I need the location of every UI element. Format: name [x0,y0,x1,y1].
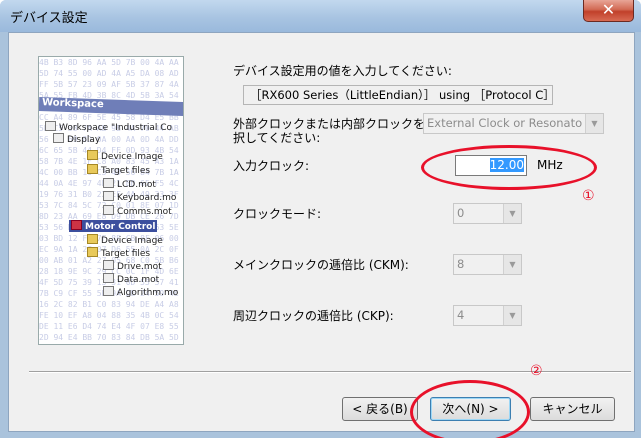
peripheral-ratio-select: 4 ▼ [453,305,522,326]
workspace-tree: Workspace Workspace "Industrial Co Displ… [39,57,183,344]
back-button[interactable]: < 戻る(B) [342,397,418,421]
clock-source-select: External Clock or Resonato ▼ [423,113,604,134]
tree-item: Comms.mot [103,205,172,217]
window-title: デバイス設定 [10,11,88,26]
tree-item: Algorithm.mo [103,286,178,298]
tree-item: Display [53,133,100,145]
close-icon[interactable]: ✕ [583,0,634,22]
folder-icon [87,234,98,244]
tree-item: Motor Control [69,220,158,232]
chevron-down-icon: ▼ [503,204,521,223]
project-icon [71,220,82,230]
annotation-marker-1: ① [582,188,595,204]
wizard-illustration: 4B B3 8D 96 AA 5D 7B 00 4A AA 5D 74 55 0… [38,56,184,345]
tree-item: Keyboard.mo [103,191,176,203]
project-icon [53,133,64,143]
file-icon [103,178,114,188]
tree-item: Target files [87,164,150,176]
annotation-ellipse-next [410,380,530,438]
main-ratio-select: 8 ▼ [453,254,522,275]
file-icon [103,205,114,215]
main-ratio-label: メインクロックの逓倍比 (CKM): [233,258,409,272]
tree-item: LCD.mot [103,178,156,190]
file-icon [103,273,114,283]
file-icon [103,191,114,201]
chevron-down-icon: ▼ [585,114,603,133]
annotation-marker-2: ② [530,363,543,379]
annotation-ellipse-clock [421,145,597,190]
tree-item: Drive.mot [103,260,162,272]
tree-item: Workspace "Industrial Co [45,121,172,133]
workspace-header: Workspace [39,97,183,118]
cancel-button[interactable]: キャンセル [530,397,615,421]
device-info: ［RX600 Series（LittleEndian）］ using ［Prot… [243,85,555,105]
file-icon [103,286,114,296]
input-clock-label: 入力クロック: [233,159,310,173]
tree-item: Target files [87,247,150,259]
main-ratio-value: 8 [457,257,465,271]
instruction-text: デバイス設定用の値を入力してください: [233,64,452,78]
folder-icon [87,247,98,257]
peripheral-ratio-label: 周辺クロックの逓倍比 (CKP): [233,309,394,323]
file-icon [103,260,114,270]
chevron-down-icon: ▼ [503,306,521,325]
tree-item: Device Image [87,150,163,162]
workspace-icon [45,121,56,131]
tree-item: Device Image [87,234,163,246]
clock-mode-value: 0 [457,206,465,220]
chevron-down-icon: ▼ [503,255,521,274]
clock-source-value: External Clock or Resonato [427,116,583,130]
dialog-window: デバイス設定 ✕ 4B B3 8D 96 AA 5D 7B 00 4A AA 5… [0,0,641,438]
tree-item: Data.mot [103,273,159,285]
clock-source-label-line2: 択してください: [233,131,321,145]
folder-icon [87,150,98,160]
clock-mode-label: クロックモード: [233,207,322,221]
clock-mode-select: 0 ▼ [453,203,522,224]
peripheral-ratio-value: 4 [457,308,465,322]
folder-icon [87,164,98,174]
title-bar[interactable]: デバイス設定 ✕ [0,0,641,32]
